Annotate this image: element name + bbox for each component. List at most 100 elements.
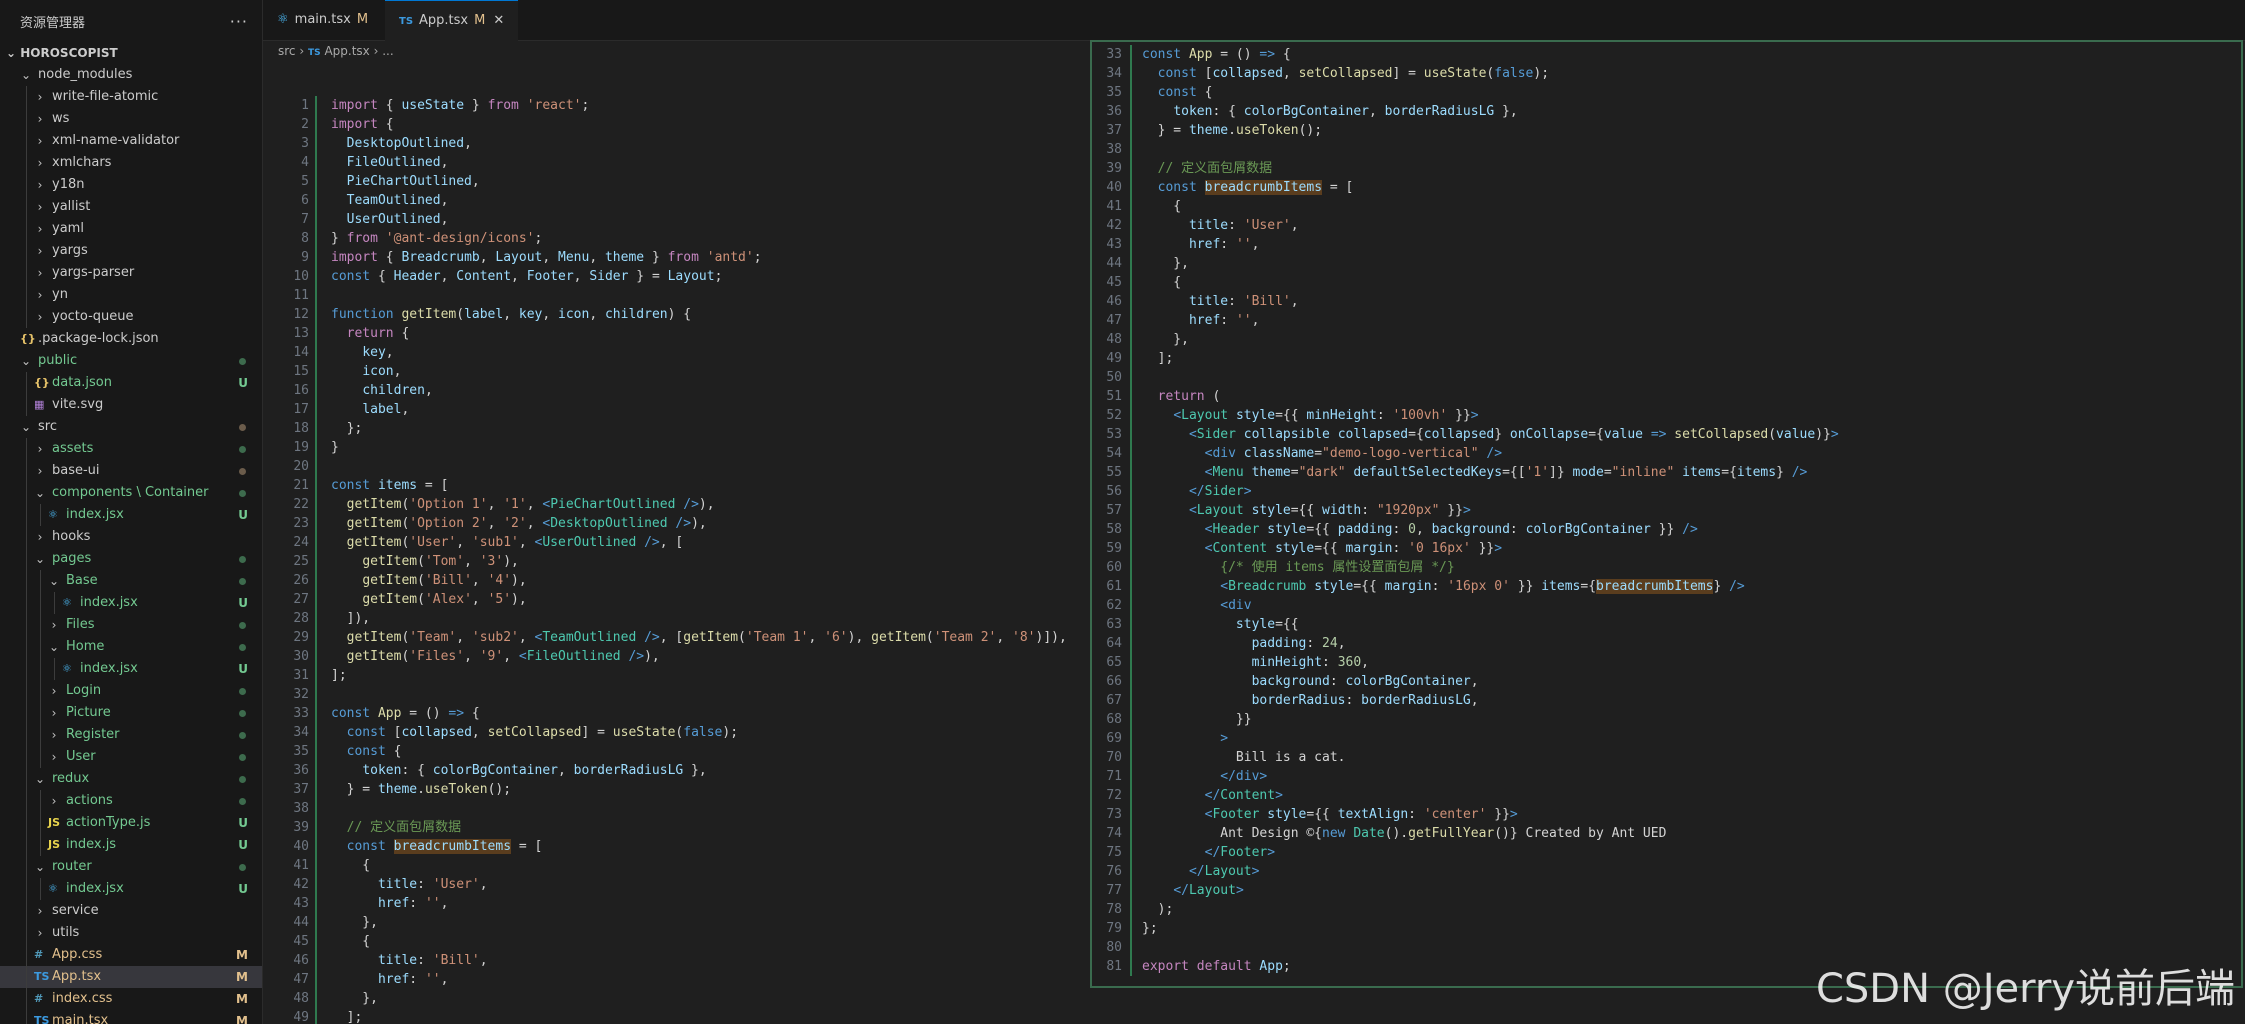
tree-folder[interactable]: ⌄ Home — [0, 636, 262, 658]
code-line[interactable]: 42 title: 'User', — [263, 875, 1093, 894]
tree-file[interactable]: ⚛ index.jsx U — [0, 878, 262, 900]
code-line[interactable]: 43 href: '', — [1092, 235, 2241, 254]
tree-file[interactable]: JS index.js U — [0, 834, 262, 856]
code-line[interactable]: 34 const [collapsed, setCollapsed] = use… — [263, 723, 1093, 742]
code-line[interactable]: 51 return ( — [1092, 387, 2241, 406]
tree-file[interactable]: ⚛ index.jsx U — [0, 592, 262, 614]
code-line[interactable]: 53 <Sider collapsible collapsed={collaps… — [1092, 425, 2241, 444]
editor-left-pane[interactable]: 1 import { useState } from 'react'; 2 impor… — [263, 96, 1093, 1024]
code-line[interactable]: 79}; — [1092, 919, 2241, 938]
code-line[interactable]: 22 getItem('Option 1', '1', <PieChartOut… — [263, 495, 1093, 514]
tree-folder[interactable]: › write-file-atomic — [0, 86, 262, 108]
breadcrumb-more[interactable]: › ... — [374, 44, 394, 58]
tree-folder[interactable]: › service — [0, 900, 262, 922]
tree-folder[interactable]: ⌄ public — [0, 350, 262, 372]
code-line[interactable]: 18 }; — [263, 419, 1093, 438]
code-line[interactable]: 14 key, — [263, 343, 1093, 362]
code-line[interactable]: 2 import { — [263, 115, 1093, 134]
code-line[interactable]: 63 style={{ — [1092, 615, 2241, 634]
code-line[interactable]: 77 </Layout> — [1092, 881, 2241, 900]
code-line[interactable]: 20 — [263, 457, 1093, 476]
code-line[interactable]: 48 }, — [1092, 330, 2241, 349]
tree-folder[interactable]: › yallist — [0, 196, 262, 218]
code-line[interactable]: 7 UserOutlined, — [263, 210, 1093, 229]
code-line[interactable]: 44 }, — [263, 913, 1093, 932]
code-line[interactable]: 21 const items = [ — [263, 476, 1093, 495]
code-line[interactable]: 33 const App = () => { — [1092, 45, 2241, 64]
code-line[interactable]: 36 token: { colorBgContainer, borderRadi… — [1092, 102, 2241, 121]
code-line[interactable]: 39 // 定义面包屑数据 — [263, 818, 1093, 837]
code-line[interactable]: 48 }, — [263, 989, 1093, 1008]
code-line[interactable]: 6 TeamOutlined, — [263, 191, 1093, 210]
code-line[interactable]: 69 > — [1092, 729, 2241, 748]
code-line[interactable]: 39 // 定义面包屑数据 — [1092, 159, 2241, 178]
code-line[interactable]: 41 { — [263, 856, 1093, 875]
project-root[interactable]: ⌄ HOROSCOPIST — [0, 42, 262, 64]
code-line[interactable]: 46 title: 'Bill', — [263, 951, 1093, 970]
code-line[interactable]: 65 minHeight: 360, — [1092, 653, 2241, 672]
code-line[interactable]: 31]; — [263, 666, 1093, 685]
code-line[interactable]: 75 </Footer> — [1092, 843, 2241, 862]
code-line[interactable]: 17 label, — [263, 400, 1093, 419]
tree-file[interactable]: {} data.json U — [0, 372, 262, 394]
tree-folder[interactable]: ⌄ components \ Container — [0, 482, 262, 504]
code-line[interactable]: 11 — [263, 286, 1093, 305]
code-line[interactable]: 46 title: 'Bill', — [1092, 292, 2241, 311]
code-line[interactable]: 45 { — [1092, 273, 2241, 292]
code-line[interactable]: 44 }, — [1092, 254, 2241, 273]
tree-file[interactable]: ▦ vite.svg — [0, 394, 262, 416]
tab-app-tsx[interactable]: TS App.tsx M ✕ — [385, 0, 519, 41]
code-line[interactable]: 9 import { Breadcrumb, Layout, Menu, them… — [263, 248, 1093, 267]
tree-folder[interactable]: › Files — [0, 614, 262, 636]
code-line[interactable]: 62 <div — [1092, 596, 2241, 615]
tree-folder[interactable]: › yocto-queue — [0, 306, 262, 328]
code-line[interactable]: 35 const { — [263, 742, 1093, 761]
tree-folder[interactable]: › yaml — [0, 218, 262, 240]
tree-folder[interactable]: ⌄ Base — [0, 570, 262, 592]
code-line[interactable]: 74 Ant Design ©{new Date().getFullYear()… — [1092, 824, 2241, 843]
code-line[interactable]: 42 title: 'User', — [1092, 216, 2241, 235]
tree-file[interactable]: TS main.tsx M — [0, 1010, 262, 1024]
code-line[interactable]: 55 <Menu theme="dark" defaultSelectedKey… — [1092, 463, 2241, 482]
tree-folder[interactable]: › yargs — [0, 240, 262, 262]
code-line[interactable]: 80 — [1092, 938, 2241, 957]
tree-folder[interactable]: › User — [0, 746, 262, 768]
code-line[interactable]: 24 getItem('User', 'sub1', <UserOutlined… — [263, 533, 1093, 552]
tree-file[interactable]: # index.css M — [0, 988, 262, 1010]
tree-folder[interactable]: ⌄ node_modules — [0, 64, 262, 86]
tree-folder[interactable]: › assets — [0, 438, 262, 460]
code-line[interactable]: 73 <Footer style={{ textAlign: 'center' … — [1092, 805, 2241, 824]
code-line[interactable]: 47 href: '', — [1092, 311, 2241, 330]
tree-folder[interactable]: › hooks — [0, 526, 262, 548]
code-line[interactable]: 67 borderRadius: borderRadiusLG, — [1092, 691, 2241, 710]
code-line[interactable]: 61 <Breadcrumb style={{ margin: '16px 0'… — [1092, 577, 2241, 596]
code-line[interactable]: 40 const breadcrumbItems = [ — [1092, 178, 2241, 197]
code-line[interactable]: 71 </div> — [1092, 767, 2241, 786]
tree-folder[interactable]: › Register — [0, 724, 262, 746]
code-line[interactable]: 49 ]; — [263, 1008, 1093, 1024]
tree-folder[interactable]: › xml-name-validator — [0, 130, 262, 152]
tree-file[interactable]: TS App.tsx M — [0, 966, 262, 988]
code-line[interactable]: 58 <Header style={{ padding: 0, backgrou… — [1092, 520, 2241, 539]
tree-file[interactable]: ⚛ index.jsx U — [0, 658, 262, 680]
code-line[interactable]: 12 function getItem(label, key, icon, chi… — [263, 305, 1093, 324]
tree-folder[interactable]: ⌄ redux — [0, 768, 262, 790]
tree-folder[interactable]: › xmlchars — [0, 152, 262, 174]
code-line[interactable]: 50 — [1092, 368, 2241, 387]
code-line[interactable]: 40 const breadcrumbItems = [ — [263, 837, 1093, 856]
tree-folder[interactable]: › ws — [0, 108, 262, 130]
code-line[interactable]: 57 <Layout style={{ width: "1920px" }}> — [1092, 501, 2241, 520]
code-line[interactable]: 4 FileOutlined, — [263, 153, 1093, 172]
code-line[interactable]: 54 <div className="demo-logo-vertical" /… — [1092, 444, 2241, 463]
code-line[interactable]: 16 children, — [263, 381, 1093, 400]
code-line[interactable]: 13 return { — [263, 324, 1093, 343]
code-line[interactable]: 26 getItem('Bill', '4'), — [263, 571, 1093, 590]
code-line[interactable]: 38 — [1092, 140, 2241, 159]
code-line[interactable]: 1 import { useState } from 'react'; — [263, 96, 1093, 115]
tree-folder[interactable]: › base-ui — [0, 460, 262, 482]
code-line[interactable]: 64 padding: 24, — [1092, 634, 2241, 653]
tree-folder[interactable]: › yn — [0, 284, 262, 306]
code-line[interactable]: 68 }} — [1092, 710, 2241, 729]
code-line[interactable]: 76 </Layout> — [1092, 862, 2241, 881]
code-line[interactable]: 66 background: colorBgContainer, — [1092, 672, 2241, 691]
